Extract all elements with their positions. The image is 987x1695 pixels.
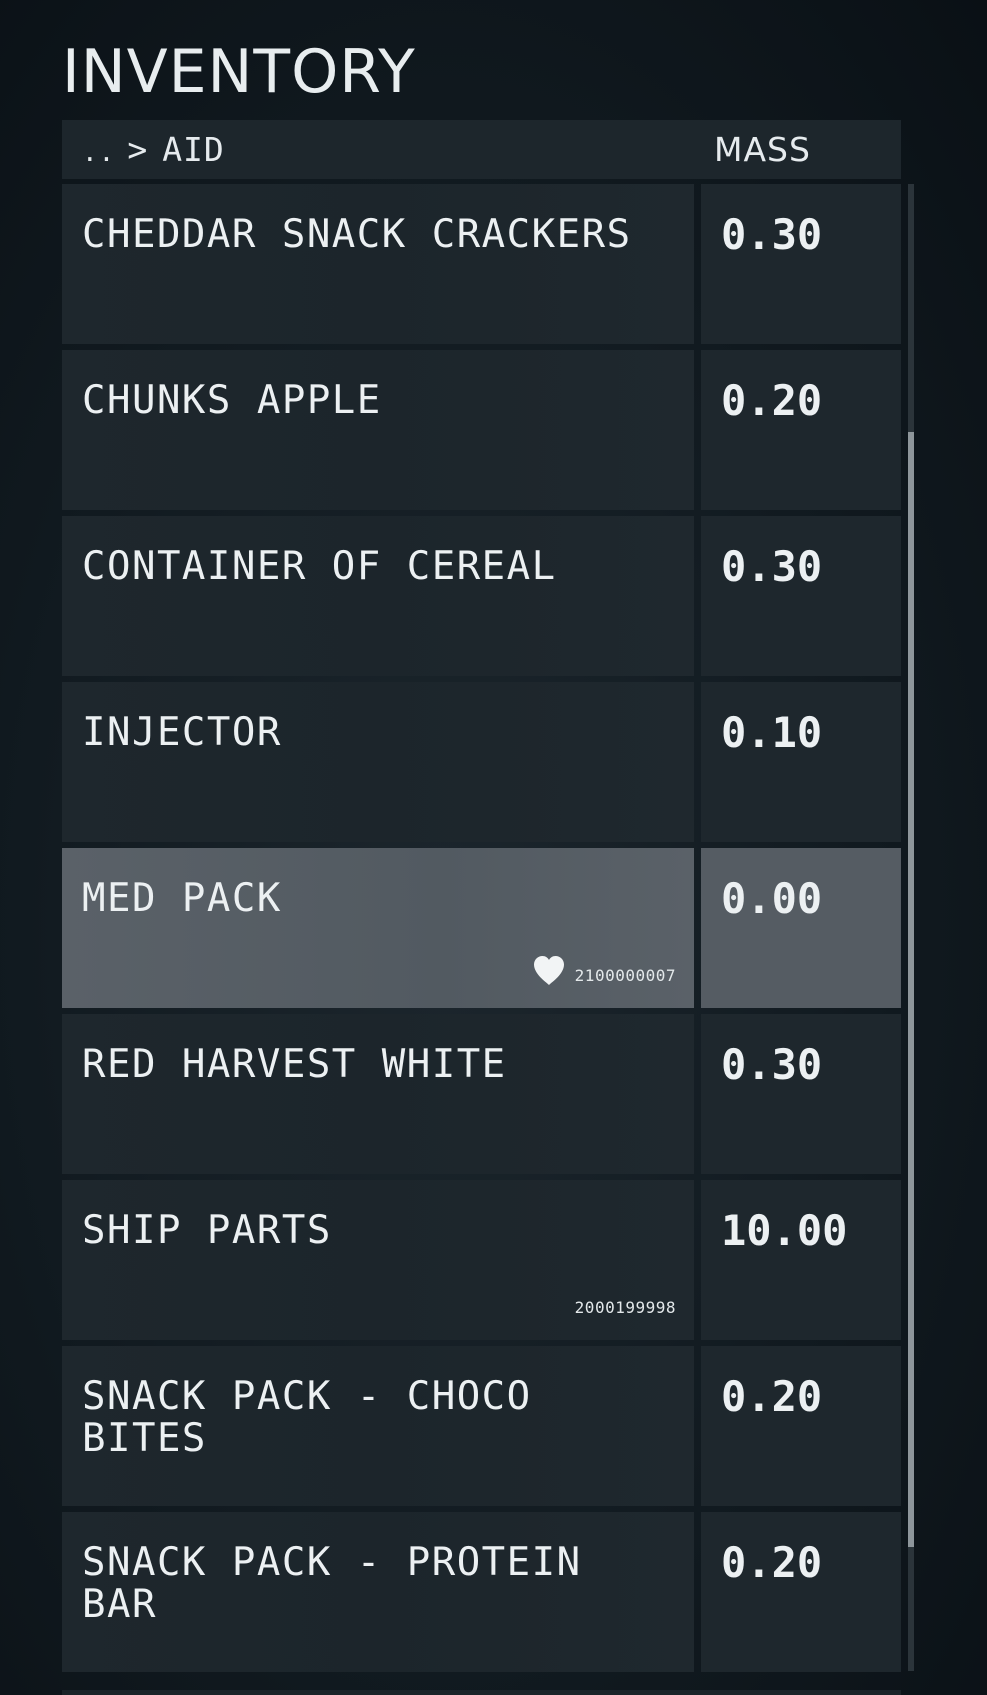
breadcrumb-separator: >: [127, 130, 149, 169]
item-mass-cell[interactable]: 0.20: [701, 1346, 901, 1506]
list-item[interactable]: SHIP PARTS 2000199998 10.00: [62, 1180, 901, 1340]
list-item[interactable]: CONTAINER OF CEREAL 0.30: [62, 516, 901, 676]
breadcrumb[interactable]: .. > AID: [82, 130, 225, 169]
scrollbar-track[interactable]: [908, 184, 914, 1671]
item-name: INJECTOR: [82, 710, 282, 755]
item-name-cell[interactable]: MED PACK 2100000007: [62, 848, 694, 1008]
item-name-cell[interactable]: CHUNKS APPLE: [62, 350, 694, 510]
item-mass: 0.30: [721, 1040, 823, 1089]
breadcrumb-back[interactable]: ..: [82, 138, 115, 168]
list-header: .. > AID MASS: [62, 120, 901, 179]
list-item[interactable]: CHEDDAR SNACK CRACKERS 0.30: [62, 184, 901, 344]
item-mass-cell[interactable]: 0.20: [701, 350, 901, 510]
item-name-cell[interactable]: SNACK PACK - PROTEIN BAR: [62, 1512, 694, 1672]
list-item[interactable]: SNACK PACK - CHOCO BITES 0.20: [62, 1346, 901, 1506]
item-mass-cell[interactable]: 0.30: [701, 184, 901, 344]
item-mass-cell[interactable]: 10.00: [701, 1180, 901, 1340]
item-mass: 10.00: [721, 1206, 848, 1255]
item-name-cell[interactable]: RED HARVEST WHITE: [62, 1014, 694, 1174]
item-code: 2000199998: [574, 1298, 676, 1317]
item-name-cell[interactable]: CHEDDAR SNACK CRACKERS: [62, 184, 694, 344]
item-mass: 0.10: [721, 708, 823, 757]
mass-column-header[interactable]: MASS: [714, 130, 811, 169]
item-name: CHUNKS APPLE: [82, 378, 382, 423]
item-name-cell[interactable]: CONTAINER OF CEREAL: [62, 516, 694, 676]
scrollbar-thumb[interactable]: [908, 432, 914, 1547]
item-code: 2100000007: [574, 966, 676, 985]
list-item[interactable]: CHUNKS APPLE 0.20: [62, 350, 901, 510]
heart-icon: [534, 956, 564, 985]
item-name: SHIP PARTS: [82, 1208, 332, 1253]
breadcrumb-category: AID: [162, 130, 225, 169]
item-mass: 0.20: [721, 1538, 823, 1587]
item-name: MED PACK: [82, 876, 282, 921]
item-name-cell[interactable]: SNACK PACK - CHOCO BITES: [62, 1346, 694, 1506]
item-name: SNACK PACK - CHOCO BITES: [82, 1374, 532, 1461]
item-mass: 0.20: [721, 1372, 823, 1421]
item-name-cell[interactable]: SHIP PARTS 2000199998: [62, 1180, 694, 1340]
item-name-cell[interactable]: INJECTOR: [62, 682, 694, 842]
page-title: INVENTORY: [62, 37, 416, 107]
item-mass: 0.30: [721, 542, 823, 591]
item-mass-cell[interactable]: 0.10: [701, 682, 901, 842]
item-name: SNACK PACK - PROTEIN BAR: [82, 1540, 582, 1627]
item-name: CHEDDAR SNACK CRACKERS: [82, 212, 632, 257]
item-mass: 0.20: [721, 376, 823, 425]
item-mass: 0.00: [721, 874, 823, 923]
next-row-edge: [62, 1690, 901, 1695]
item-name: RED HARVEST WHITE: [82, 1042, 507, 1087]
item-mass-cell[interactable]: 0.20: [701, 1512, 901, 1672]
item-mass-cell[interactable]: 0.30: [701, 516, 901, 676]
list-item-selected[interactable]: MED PACK 2100000007 0.00: [62, 848, 901, 1008]
list-item[interactable]: RED HARVEST WHITE 0.30: [62, 1014, 901, 1174]
item-name: CONTAINER OF CEREAL: [82, 544, 557, 589]
item-mass: 0.30: [721, 210, 823, 259]
item-mass-cell[interactable]: 0.30: [701, 1014, 901, 1174]
list-item[interactable]: SNACK PACK - PROTEIN BAR 0.20: [62, 1512, 901, 1672]
list-item[interactable]: INJECTOR 0.10: [62, 682, 901, 842]
item-mass-cell[interactable]: 0.00: [701, 848, 901, 1008]
